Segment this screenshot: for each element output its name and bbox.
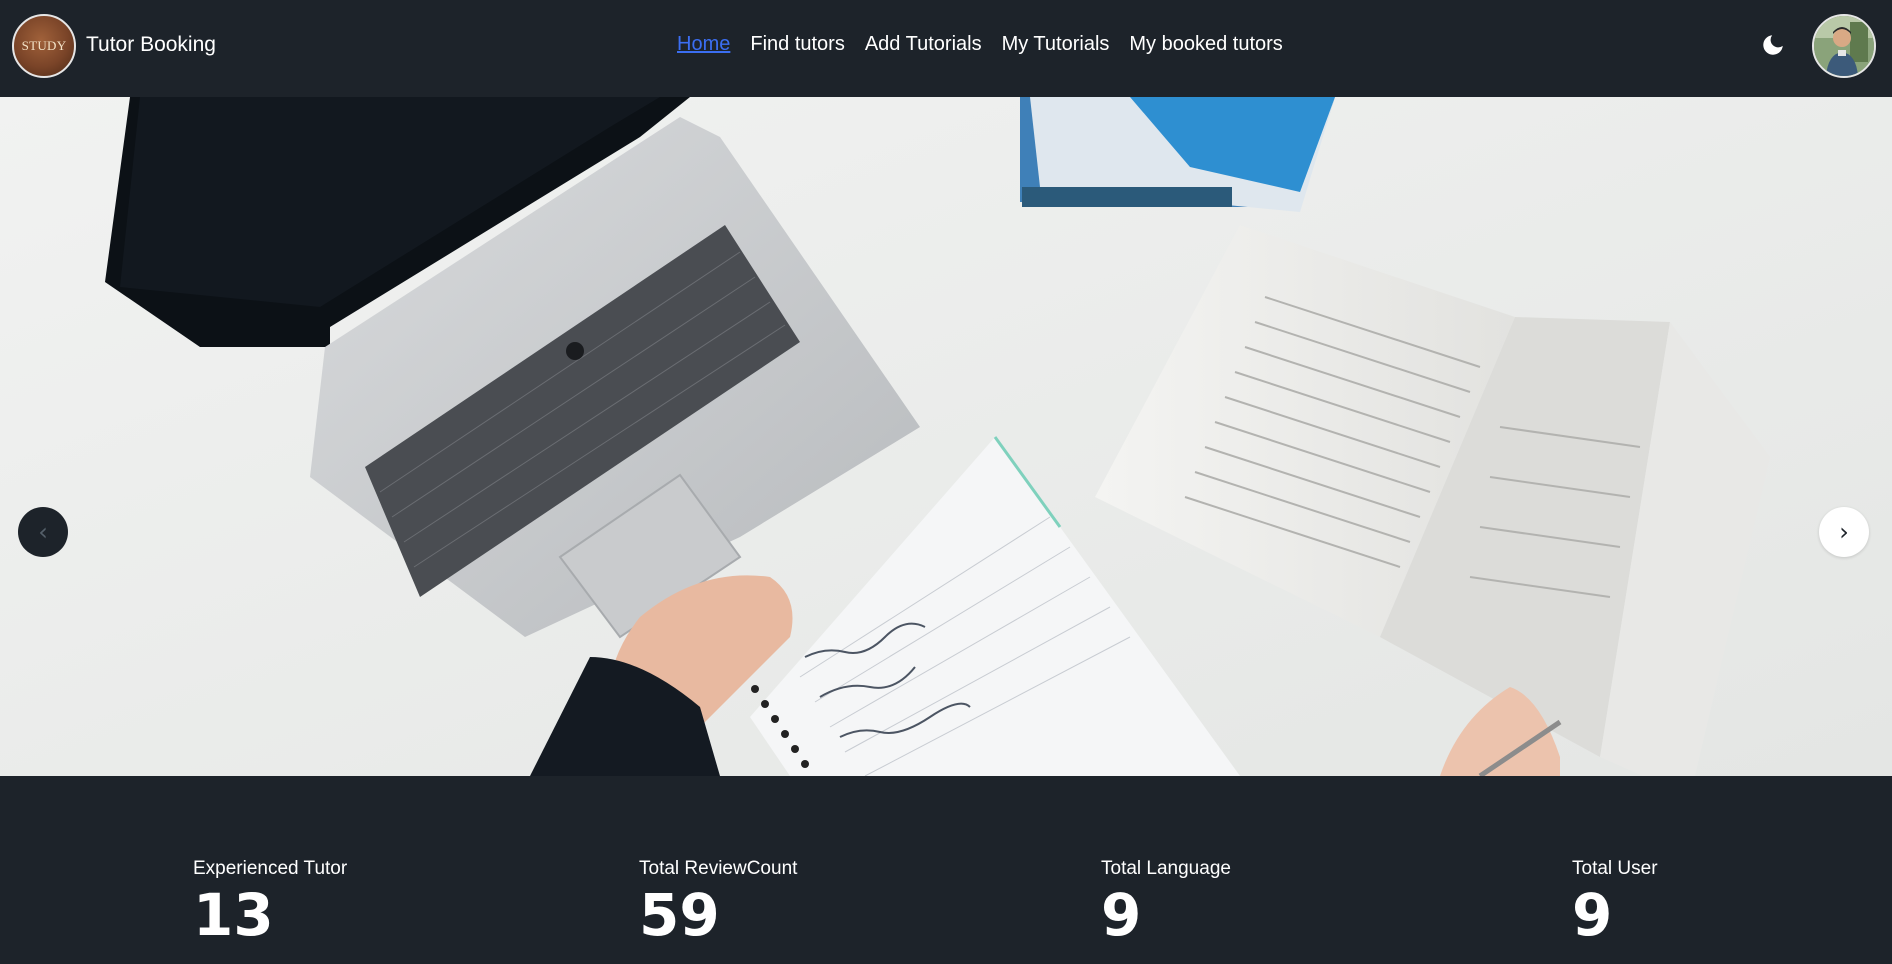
stat-label: Experienced Tutor xyxy=(193,858,348,879)
stat-value: 59 xyxy=(639,881,720,949)
brand-title[interactable]: Tutor Booking xyxy=(86,33,216,57)
stat-label: Total User xyxy=(1572,858,1658,879)
nav-link-add-tutorials[interactable]: Add Tutorials xyxy=(865,33,982,56)
carousel-prev-button[interactable]: ‹ xyxy=(18,507,68,557)
main-nav: Home Find tutors Add Tutorials My Tutori… xyxy=(677,33,1283,56)
stats-section: Experienced Tutor 13 Total ReviewCount 5… xyxy=(0,776,1892,964)
stat-total-review-count: Total ReviewCount 59 xyxy=(639,858,797,944)
carousel-next-button[interactable]: › xyxy=(1819,507,1869,557)
stat-value: 9 xyxy=(1572,881,1613,949)
slide-image xyxy=(0,97,1892,776)
hero-carousel: ‹ › xyxy=(0,97,1892,776)
moon-icon xyxy=(1763,35,1783,55)
stat-total-user: Total User 9 xyxy=(1572,858,1658,944)
stat-value: 9 xyxy=(1101,881,1142,949)
stat-total-language: Total Language 9 xyxy=(1101,858,1231,944)
avatar-image xyxy=(1814,16,1874,76)
nav-link-home[interactable]: Home xyxy=(677,33,730,56)
stat-experienced-tutor: Experienced Tutor 13 xyxy=(193,858,347,944)
stat-label: Total Language xyxy=(1101,858,1231,879)
brand-logo-text: STUDY xyxy=(21,38,67,53)
navbar: STUDY Tutor Booking Home Find tutors Add… xyxy=(0,0,1892,97)
nav-link-my-booked-tutors[interactable]: My booked tutors xyxy=(1129,33,1282,56)
nav-link-find-tutors[interactable]: Find tutors xyxy=(750,33,844,56)
stat-value: 13 xyxy=(193,881,274,949)
theme-toggle-button[interactable] xyxy=(1758,30,1788,60)
user-avatar[interactable] xyxy=(1812,14,1876,78)
stat-label: Total ReviewCount xyxy=(639,858,798,879)
nav-link-my-tutorials[interactable]: My Tutorials xyxy=(1002,33,1110,56)
brand-logo[interactable]: STUDY xyxy=(12,14,76,78)
